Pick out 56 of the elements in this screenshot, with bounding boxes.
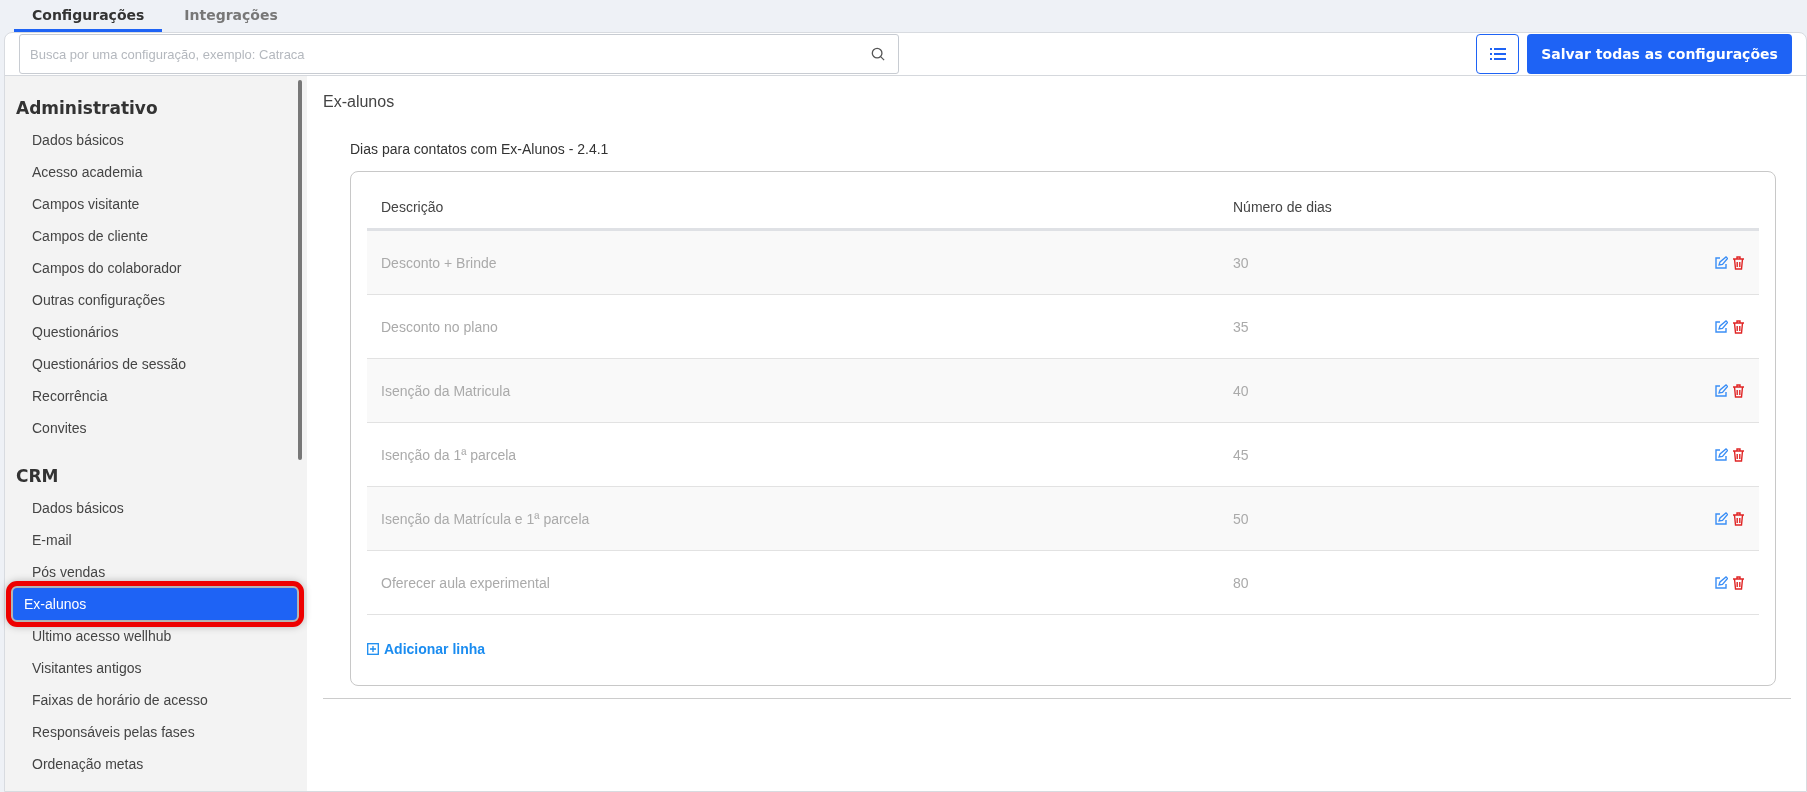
- edit-icon[interactable]: [1714, 447, 1728, 462]
- sidebar-item[interactable]: Campos do colaborador: [13, 252, 297, 284]
- sidebar-item[interactable]: Visitantes antigos: [13, 652, 297, 684]
- save-button[interactable]: Salvar todas as configurações: [1527, 34, 1792, 74]
- delete-icon[interactable]: [1732, 383, 1745, 398]
- sidebar-item[interactable]: Dados básicos: [13, 124, 297, 156]
- table-cell-text: Desconto no plano: [380, 318, 499, 335]
- table-cell-text: Desconto + Brinde: [380, 254, 498, 271]
- delete-icon[interactable]: [1732, 319, 1745, 334]
- list-icon: [1489, 47, 1506, 61]
- table-cell-text: Isenção da Matrícula e 1ª parcela: [380, 510, 591, 527]
- scrollbar[interactable]: [298, 80, 302, 460]
- edit-icon[interactable]: [1714, 383, 1728, 398]
- sidebar-item[interactable]: Ordenação metas: [13, 748, 297, 780]
- sidebar-item[interactable]: Faixas de horário de acesso: [13, 684, 297, 716]
- sidebar-item[interactable]: Outras configurações: [13, 284, 297, 316]
- edit-icon[interactable]: [1714, 319, 1728, 334]
- table-cell-text: 45: [1233, 446, 1250, 463]
- list-button[interactable]: [1476, 34, 1519, 74]
- sidebar-item[interactable]: Convites: [13, 412, 297, 444]
- sidebar-item[interactable]: Responsáveis pelas fases: [13, 716, 297, 748]
- search-icon: [871, 47, 885, 61]
- sidebar-heading: CRM: [15, 465, 60, 488]
- column-header: Descrição: [380, 199, 445, 215]
- page-title: Ex-alunos: [323, 92, 396, 111]
- table-cell-text: 80: [1233, 574, 1250, 591]
- section-title: Dias para contatos com Ex-Alunos - 2.4.1: [350, 141, 610, 157]
- delete-icon[interactable]: [1732, 511, 1745, 526]
- sidebar-item[interactable]: E-mail: [13, 524, 297, 556]
- delete-icon[interactable]: [1732, 447, 1745, 462]
- table-cell-text: Isenção da Matricula: [380, 382, 512, 399]
- delete-icon[interactable]: [1732, 575, 1745, 590]
- table-cell-text: 35: [1233, 318, 1250, 335]
- column-header: Número de dias: [1233, 199, 1333, 215]
- sidebar-item[interactable]: Campos de cliente: [13, 220, 297, 252]
- table-cell-text: 50: [1233, 510, 1250, 527]
- table-cell-text: Isenção da 1ª parcela: [380, 446, 518, 463]
- sidebar-item[interactable]: Questionários de sessão: [13, 348, 297, 380]
- delete-icon[interactable]: [1732, 255, 1745, 270]
- sidebar-heading: Administrativo: [15, 97, 159, 120]
- edit-icon[interactable]: [1714, 511, 1728, 526]
- sidebar-item[interactable]: Pós vendas: [13, 556, 297, 588]
- sidebar-item[interactable]: Acesso academia: [13, 156, 297, 188]
- edit-icon[interactable]: [1714, 575, 1728, 590]
- table-cell-text: 40: [1233, 382, 1250, 399]
- edit-icon[interactable]: [1714, 255, 1728, 270]
- plus-square-icon: [367, 643, 379, 655]
- search-field[interactable]: Busca por uma configuração, exemplo: Catraca: [19, 34, 899, 74]
- sidebar-item[interactable]: Recorrência: [13, 380, 297, 412]
- table-cell-text: 30: [1233, 254, 1250, 271]
- sidebar-item[interactable]: Campos visitante: [13, 188, 297, 220]
- tab[interactable]: Integrações: [166, 0, 296, 32]
- table-cell-text: Oferecer aula experimental: [380, 574, 551, 591]
- sidebar-item[interactable]: Questionários: [13, 316, 297, 348]
- sidebar-item[interactable]: Dados básicos: [13, 492, 297, 524]
- sidebar-item[interactable]: Ultimo acesso wellhub: [13, 620, 297, 652]
